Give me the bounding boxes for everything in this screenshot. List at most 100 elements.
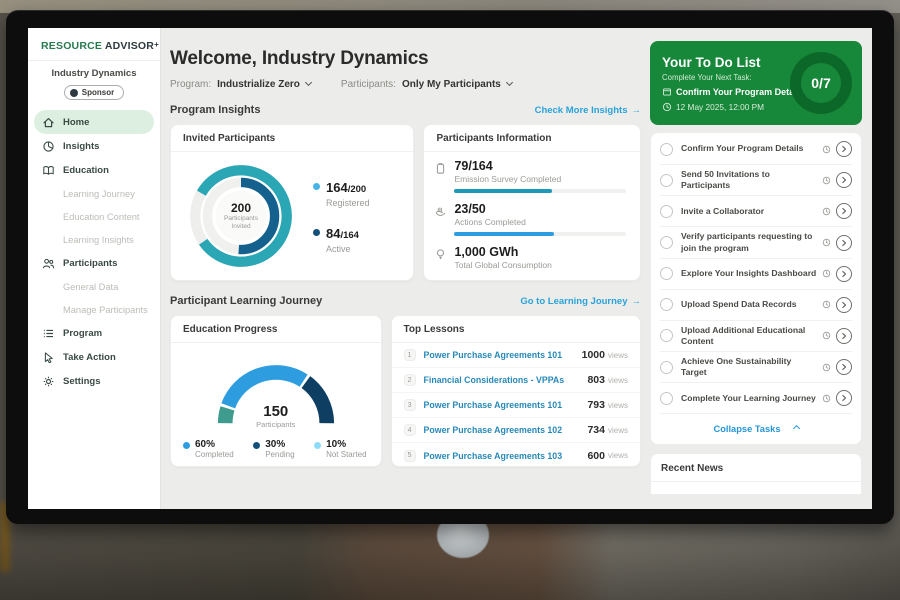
todo-task-row[interactable]: Complete Your Learning Journey — [660, 383, 852, 414]
sidebar-item[interactable]: Education Content — [34, 205, 154, 228]
lesson-row[interactable]: 3 Power Purchase Agreements 101 793 view… — [392, 393, 640, 418]
task-chevron-button[interactable] — [836, 390, 852, 406]
task-label: Invite a Collaborator — [681, 206, 818, 217]
arrow-right-icon: → — [632, 296, 642, 307]
clock-icon — [822, 269, 831, 278]
lesson-rank: 5 — [404, 450, 416, 462]
check-more-insights-link[interactable]: Check More Insights→ — [535, 105, 641, 116]
task-checkbox[interactable] — [660, 267, 673, 280]
program-insights-title: Program Insights — [170, 104, 260, 116]
task-checkbox[interactable] — [660, 143, 673, 156]
task-chevron-button[interactable] — [836, 235, 852, 251]
learning-cards-row: Education Progress 150 Participants — [170, 315, 641, 467]
task-checkbox[interactable] — [660, 361, 673, 374]
not-started-dot-icon — [314, 442, 321, 449]
sidebar-item[interactable]: Learning Journey — [34, 182, 154, 205]
clock-icon — [822, 300, 831, 309]
task-label: Upload Additional Educational Content — [681, 325, 818, 347]
task-chevron-button[interactable] — [836, 297, 852, 313]
sidebar-item[interactable]: General Data — [34, 275, 154, 298]
sidebar-item-label: Education Content — [63, 212, 140, 222]
lesson-rank: 2 — [404, 374, 416, 386]
task-checkbox[interactable] — [660, 205, 673, 218]
lesson-title-link[interactable]: Power Purchase Agreements 102 — [424, 425, 588, 435]
go-to-learning-journey-link[interactable]: Go to Learning Journey→ — [520, 296, 641, 307]
sidebar-item-label: Settings — [63, 376, 100, 387]
lesson-title-link[interactable]: Power Purchase Agreements 101 — [424, 350, 582, 360]
task-label: Verify participants requesting to join t… — [681, 231, 818, 253]
sidebar-item-label: Take Action — [63, 352, 116, 363]
chevron-right-icon — [839, 362, 849, 372]
lesson-views-count: 1000 — [582, 349, 605, 361]
clock-icon — [822, 145, 831, 154]
background-desk-shadow — [0, 520, 900, 600]
task-chevron-button[interactable] — [836, 141, 852, 157]
task-label: Send 50 Invitations to Participants — [681, 169, 818, 191]
sidebar-item[interactable]: Take Action — [34, 345, 154, 369]
sidebar-item[interactable]: Education — [34, 158, 154, 182]
lesson-row[interactable]: 5 Power Purchase Agreements 103 600 view… — [392, 443, 640, 467]
sidebar: RESOURCE ADVISOR+ Industry Dynamics Spon… — [28, 28, 161, 509]
todo-task-row[interactable]: Upload Spend Data Records — [660, 290, 852, 321]
logo-resource: RESOURCE — [41, 40, 102, 52]
collapse-tasks-link[interactable]: Collapse Tasks — [660, 414, 852, 443]
sponsor-badge: Sponsor — [64, 85, 124, 100]
lesson-row[interactable]: 4 Power Purchase Agreements 102 734 view… — [392, 418, 640, 443]
take-action-icon — [42, 351, 55, 364]
task-chevron-button[interactable] — [836, 203, 852, 219]
lesson-row[interactable]: 2 Financial Considerations - VPPAs 803 v… — [392, 368, 640, 393]
lesson-title-link[interactable]: Power Purchase Agreements 101 — [424, 400, 588, 410]
todo-task-row[interactable]: Explore Your Insights Dashboard — [660, 259, 852, 290]
clock-icon — [822, 238, 831, 247]
chevron-right-icon — [839, 269, 849, 279]
todo-task-row[interactable]: Upload Additional Educational Content — [660, 321, 852, 352]
sidebar-item-label: Insights — [63, 141, 99, 152]
home-icon — [42, 116, 55, 129]
clock-icon — [822, 176, 831, 185]
task-checkbox[interactable] — [660, 329, 673, 342]
program-filter-dropdown[interactable]: Industrialize Zero — [217, 79, 311, 90]
sidebar-item[interactable]: Program — [34, 321, 154, 345]
participants-filter-dropdown[interactable]: Only My Participants — [402, 79, 512, 90]
insights-cards-row: Invited Participants 200 Participants — [170, 124, 641, 281]
actions-progress-bar — [454, 232, 626, 236]
sidebar-item[interactable]: Manage Participants — [34, 298, 154, 321]
chevron-down-icon — [506, 79, 513, 86]
task-chevron-button[interactable] — [836, 359, 852, 375]
sidebar-item[interactable]: Participants — [34, 251, 154, 275]
todo-task-row[interactable]: Send 50 Invitations to Participants — [660, 165, 852, 196]
lesson-row[interactable]: 1 Power Purchase Agreements 101 1000 vie… — [392, 343, 640, 368]
top-lessons-list: 1 Power Purchase Agreements 101 1000 vie… — [392, 343, 640, 467]
education-gauge-chart: 150 Participants — [201, 349, 351, 431]
task-chevron-button[interactable] — [836, 328, 852, 344]
todo-task-row[interactable]: Confirm Your Program Details — [660, 134, 852, 165]
todo-task-row[interactable]: Achieve One Sustainability Target — [660, 352, 852, 383]
task-checkbox[interactable] — [660, 174, 673, 187]
insights-icon — [42, 140, 55, 153]
lesson-title-link[interactable]: Financial Considerations - VPPAs — [424, 375, 588, 385]
sidebar-item[interactable]: Home — [34, 110, 154, 134]
task-chevron-button[interactable] — [836, 172, 852, 188]
task-label: Achieve One Sustainability Target — [681, 356, 818, 378]
task-checkbox[interactable] — [660, 236, 673, 249]
consumption-stat: 1,000 GWh Total Global Consumption — [434, 245, 626, 270]
todo-task-row[interactable]: Verify participants requesting to join t… — [660, 227, 852, 258]
sidebar-item-label: Learning Journey — [63, 189, 135, 199]
todo-task-row[interactable]: Invite a Collaborator — [660, 196, 852, 227]
main-content: Welcome, Industry Dynamics Program: Indu… — [161, 28, 650, 509]
todo-task-list-card: Confirm Your Program Details Send 50 Inv… — [650, 132, 862, 445]
lesson-title-link[interactable]: Power Purchase Agreements 103 — [424, 451, 588, 461]
sidebar-item-label: Learning Insights — [63, 235, 134, 245]
recent-news-card: Recent News — [650, 453, 862, 495]
participants-information-card-title: Participants Information — [424, 125, 640, 152]
sidebar-item-label: Manage Participants — [63, 305, 148, 315]
task-checkbox[interactable] — [660, 298, 673, 311]
lesson-views-count: 734 — [587, 424, 605, 436]
task-chevron-button[interactable] — [836, 266, 852, 282]
sidebar-item[interactable]: Settings — [34, 369, 154, 393]
lesson-views-count: 803 — [587, 374, 605, 386]
sidebar-item[interactable]: Insights — [34, 134, 154, 158]
task-checkbox[interactable] — [660, 392, 673, 405]
sidebar-item[interactable]: Learning Insights — [34, 228, 154, 251]
arrow-right-icon: → — [632, 105, 642, 116]
